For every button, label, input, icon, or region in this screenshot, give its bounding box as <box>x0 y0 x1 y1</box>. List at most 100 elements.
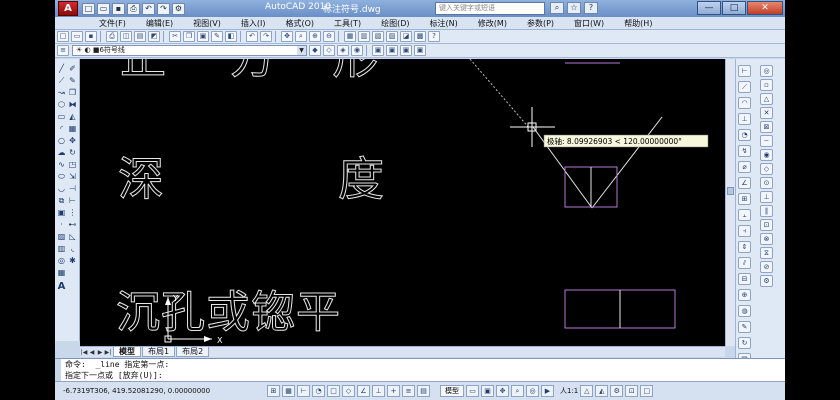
3d-dwf-icon[interactable]: ◩ <box>148 31 160 42</box>
dim-diameter-icon[interactable]: ⌀ <box>738 161 751 173</box>
layer-iso-icon[interactable]: ◉ <box>351 45 363 56</box>
calculator-icon[interactable]: ▩ <box>414 31 426 42</box>
dynamic-ucs-icon[interactable]: ⊥ <box>372 385 385 397</box>
block-editor-icon[interactable]: ◧ <box>225 31 237 42</box>
table-icon[interactable]: ▦ <box>56 267 67 278</box>
snap-tangent-icon[interactable]: ⊙ <box>760 177 773 189</box>
snap-settings-icon[interactable]: ⚙ <box>760 275 773 287</box>
snap-insert-icon[interactable]: ⊡ <box>760 219 773 231</box>
command-prompt-line[interactable]: 指定下一点或 [放弃(U)]: <box>55 370 785 381</box>
next-tab-icon[interactable]: ▶ <box>96 349 104 356</box>
inspection-icon[interactable]: ◍ <box>738 305 751 317</box>
tool-palettes-icon[interactable]: ▧ <box>372 31 384 42</box>
line-icon[interactable]: ╱ <box>56 63 67 74</box>
tolerance-icon[interactable]: ⊟ <box>738 273 751 285</box>
menu-help[interactable]: 帮助(H) <box>614 18 662 29</box>
pan-status-icon[interactable]: ✥ <box>496 385 509 397</box>
save-icon[interactable]: ▪ <box>112 2 125 15</box>
polygon-icon[interactable]: ⬡ <box>56 99 67 110</box>
workspace-1-icon[interactable]: ▣ <box>372 45 384 56</box>
match-properties-icon[interactable]: ✎ <box>211 31 223 42</box>
snap-quadrant-icon[interactable]: ◇ <box>760 163 773 175</box>
rotate-icon[interactable]: ↻ <box>67 147 78 158</box>
search-input[interactable]: 键入关键字或短语 <box>435 2 545 15</box>
showmotion-icon[interactable]: ▶ <box>541 385 554 397</box>
new-file-icon[interactable]: □ <box>82 2 95 15</box>
trim-icon[interactable]: ⊣ <box>67 183 78 194</box>
publish-icon[interactable]: ▤ <box>134 31 146 42</box>
command-grip[interactable] <box>55 359 61 382</box>
region-icon[interactable]: ◎ <box>56 255 67 266</box>
undo-icon[interactable]: ↶ <box>246 31 258 42</box>
move-icon[interactable]: ✥ <box>67 135 78 146</box>
extend-icon[interactable]: ⊢ <box>67 195 78 206</box>
markup-icon[interactable]: ◪ <box>400 31 412 42</box>
snap-nearest-icon[interactable]: ⧖ <box>760 247 773 259</box>
dim-update-icon[interactable]: ↻ <box>738 337 751 349</box>
offset-icon[interactable]: ◭ <box>67 111 78 122</box>
workspace-4-icon[interactable]: ▣ <box>414 45 426 56</box>
make-block-icon[interactable]: ▣ <box>56 207 67 218</box>
snap-endpoint-icon[interactable]: ▫ <box>760 79 773 91</box>
menu-file[interactable]: 文件(F) <box>89 18 136 29</box>
dim-radius-icon[interactable]: ◔ <box>738 129 751 141</box>
vertical-scrollbar[interactable] <box>725 59 735 346</box>
snap-node-icon[interactable]: ⊗ <box>760 233 773 245</box>
ellipse-icon[interactable]: ⬭ <box>56 171 67 182</box>
workspace-icon[interactable]: ⚙ <box>172 2 185 15</box>
scroll-thumb[interactable] <box>727 187 734 195</box>
snap-parallel-icon[interactable]: ∥ <box>760 205 773 217</box>
zoom-realtime-icon[interactable]: ⌕ <box>295 31 307 42</box>
menu-modify[interactable]: 修改(M) <box>468 18 517 29</box>
fillet-icon[interactable]: ◟ <box>67 243 78 254</box>
quick-view-layouts-icon[interactable]: ▭ <box>466 385 479 397</box>
rectangle-icon[interactable]: ▭ <box>56 111 67 122</box>
revision-cloud-icon[interactable]: ☁ <box>56 147 67 158</box>
model-space-button[interactable]: 模型 <box>440 385 464 397</box>
last-tab-icon[interactable]: ▶| <box>104 349 112 356</box>
lock-icon[interactable]: ⊡ <box>625 385 639 397</box>
menu-view[interactable]: 视图(V) <box>183 18 231 29</box>
snap-intersection-icon[interactable]: ✕ <box>760 107 773 119</box>
gradient-icon[interactable]: ▥ <box>56 243 67 254</box>
coordinate-readout[interactable]: -6.7319T306, 419.52081290, 0.00000000 <box>55 387 265 395</box>
print-icon[interactable]: ⎙ <box>127 2 140 15</box>
menu-tools[interactable]: 工具(T) <box>324 18 371 29</box>
annotation-visibility-icon[interactable]: △ <box>580 385 594 397</box>
lineweight-icon[interactable]: ≡ <box>402 385 415 397</box>
quick-dim-icon[interactable]: ⊞ <box>738 193 751 205</box>
copy-icon[interactable]: ❐ <box>183 31 195 42</box>
clean-screen-icon[interactable]: □ <box>640 385 654 397</box>
snap-center-icon[interactable]: ◉ <box>760 149 773 161</box>
erase-icon[interactable]: ✎ <box>67 75 78 86</box>
tab-layout2[interactable]: 布局2 <box>176 347 210 357</box>
menu-insert[interactable]: 插入(I) <box>231 18 276 29</box>
polyline-icon[interactable]: ↝ <box>56 87 67 98</box>
workspace-3-icon[interactable]: ▣ <box>400 45 412 56</box>
ellipse-arc-icon[interactable]: ◡ <box>56 183 67 194</box>
chamfer-icon[interactable]: ◺ <box>67 231 78 242</box>
prev-tab-icon[interactable]: ◀ <box>88 349 96 356</box>
layer-previous-icon[interactable]: ◇ <box>323 45 335 56</box>
tab-model[interactable]: 模型 <box>113 347 141 357</box>
dim-baseline-icon[interactable]: ⫠ <box>738 209 751 221</box>
preview-icon[interactable]: ◫ <box>120 31 132 42</box>
copy-object-icon[interactable]: ❐ <box>67 87 78 98</box>
array-icon[interactable]: ▦ <box>67 123 78 134</box>
object-snap-tracking-icon[interactable]: ∠ <box>357 385 370 397</box>
plot-icon[interactable]: ⎙ <box>106 31 118 42</box>
arc-icon[interactable]: ◜ <box>56 123 67 134</box>
snap-apparent-icon[interactable]: ⊠ <box>760 121 773 133</box>
menu-format[interactable]: 格式(O) <box>275 18 324 29</box>
app-menu-button[interactable]: A <box>58 1 78 16</box>
close-button[interactable]: ✕ <box>747 1 783 15</box>
binoculars-icon[interactable]: ⌕ <box>550 2 564 14</box>
explode-icon[interactable]: ✱ <box>67 255 78 266</box>
mtext-icon[interactable]: A <box>56 281 67 292</box>
new-icon[interactable]: □ <box>57 31 69 42</box>
zoom-previous-icon[interactable]: ⊖ <box>323 31 335 42</box>
design-center-icon[interactable]: ▥ <box>358 31 370 42</box>
undo-icon[interactable]: ↶ <box>142 2 155 15</box>
layer-state-icon[interactable]: ◈ <box>337 45 349 56</box>
dim-break-icon[interactable]: ⫽ <box>738 257 751 269</box>
